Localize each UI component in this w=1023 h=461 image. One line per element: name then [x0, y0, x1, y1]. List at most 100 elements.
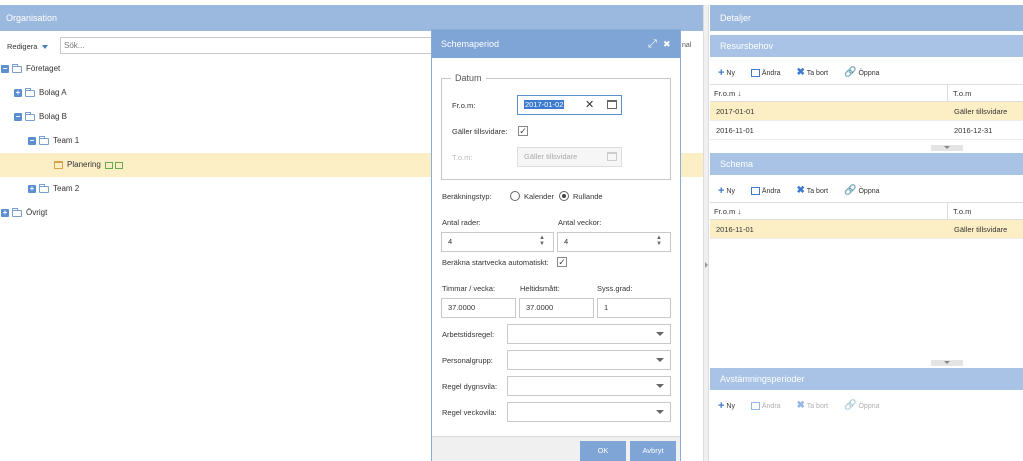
table-row[interactable]: 2016-11-01 2016-12-31 — [710, 121, 1023, 140]
collapse-icon[interactable]: − — [1, 65, 9, 73]
delete-label: Ta bort — [806, 402, 829, 410]
daily-rest-select[interactable] — [507, 376, 671, 396]
link-icon: 🔗 — [844, 185, 857, 196]
stepper-arrows-icon[interactable]: ▲ ▼ — [539, 235, 545, 247]
dialog-header: Schemaperiod ⤢ ✖ — [432, 30, 680, 58]
schema-header: Schema — [710, 153, 1023, 175]
employment-value: 1 — [604, 303, 609, 312]
scroll-more-icon[interactable] — [931, 360, 963, 366]
schema-title: Schema — [720, 159, 754, 169]
table-row[interactable]: 2016-11-01 Gäller tillsvidare — [710, 220, 1023, 239]
folder-open-icon — [12, 63, 22, 73]
delete-label: Ta bort — [806, 187, 829, 195]
col-to-label: T.o.m — [953, 89, 972, 98]
daily-rest-label: Regel dygnsvila: — [442, 382, 498, 391]
edit-label: Ändra — [761, 187, 781, 195]
collapse-icon[interactable]: − — [28, 137, 36, 145]
expand-icon[interactable]: + — [14, 89, 22, 97]
expand-icon[interactable]: + — [28, 185, 36, 193]
calendar-icon — [54, 161, 63, 169]
avstamning-title: Avstämningsperioder — [720, 374, 805, 384]
expand-icon[interactable]: + — [1, 209, 9, 217]
open-button[interactable]: 🔗 Öppna — [844, 67, 879, 78]
col-from-label: Fr.o.m — [714, 89, 736, 98]
auto-start-checkbox[interactable]: ✓ — [557, 257, 567, 267]
rows-label: Antal rader: — [442, 218, 481, 227]
calc-type-label: Beräkningstyp: — [442, 192, 492, 201]
delete-button[interactable]: ✖ Ta bort — [797, 67, 829, 78]
chart-icon[interactable] — [105, 161, 114, 169]
delete-button[interactable]: ✖ Ta bort — [796, 185, 829, 196]
clear-icon[interactable]: ✕ — [585, 98, 594, 111]
open-label: Öppna — [858, 402, 880, 410]
edit-label: Ändra — [761, 69, 781, 77]
collapse-icon[interactable]: − — [14, 113, 22, 121]
new-button[interactable]: + Ny — [718, 185, 735, 197]
close-icon: ✖ — [796, 185, 805, 196]
cell-from: 2016-11-01 — [716, 225, 754, 234]
rows-stepper[interactable]: 4 — [441, 232, 554, 252]
resursbehov-grid-header: Fr.o.m ↓ T.o.m — [710, 84, 1023, 102]
close-icon[interactable]: ✖ — [663, 30, 671, 58]
resursbehov-title: Resursbehov — [720, 41, 774, 51]
from-label: Fr.o.m: — [452, 101, 476, 110]
calc-calendar-radio[interactable] — [510, 191, 520, 201]
edit-menu-button[interactable]: Redigera — [7, 42, 49, 51]
employment-label: Syss.grad: — [597, 284, 633, 293]
chevron-down-icon[interactable] — [656, 410, 664, 414]
hours-field[interactable]: 37.0000 — [441, 298, 516, 318]
edit-button[interactable]: Ändra — [750, 69, 781, 77]
organisation-title: Organisation — [6, 13, 58, 23]
open-button[interactable]: 🔗 Öppna — [844, 185, 879, 196]
col-to-header[interactable]: T.o.m — [947, 85, 971, 102]
calendar-icon[interactable] — [607, 100, 617, 109]
chevron-down-icon[interactable] — [656, 358, 664, 362]
sort-arrow-icon: ↓ — [737, 207, 742, 216]
weekly-rest-select[interactable] — [507, 402, 671, 422]
folder-open-icon — [39, 135, 49, 145]
employment-field[interactable]: 1 — [597, 298, 671, 318]
chevron-down-icon[interactable] — [656, 332, 664, 336]
staff-group-select[interactable] — [507, 350, 671, 370]
delete-label: Ta bort — [806, 69, 829, 77]
hours-value: 37.0000 — [448, 303, 476, 312]
folder-icon — [25, 87, 35, 97]
tree-label: Team 1 — [53, 136, 80, 145]
calc-rolling-radio[interactable] — [559, 191, 569, 201]
search-input[interactable]: Sök... — [60, 37, 432, 54]
maximize-icon[interactable]: ⤢ — [648, 30, 657, 58]
fulltime-field[interactable]: 37.0000 — [519, 298, 594, 318]
chevron-down-icon[interactable] — [656, 384, 664, 388]
work-rule-select[interactable] — [507, 324, 671, 344]
edit-button[interactable]: Ändra — [750, 187, 781, 195]
col-from-header[interactable]: Fr.o.m ↓ — [714, 85, 741, 102]
table-row[interactable]: 2017-01-01 Gäller tillsvidare — [710, 102, 1023, 121]
panel-splitter[interactable] — [703, 5, 709, 461]
new-label: Ny — [726, 187, 735, 195]
tree-label: Bolag A — [39, 88, 67, 97]
edit-menu-label: Redigera — [7, 42, 38, 51]
splitter-handle-icon[interactable] — [705, 262, 708, 268]
tom-label: T.o.m: — [452, 153, 473, 162]
until-further-checkbox[interactable]: ✓ — [518, 126, 528, 136]
stepper-arrows-icon[interactable]: ▲ ▼ — [656, 235, 662, 247]
details-title: Detaljer — [720, 13, 752, 23]
calendar-add-icon[interactable] — [115, 161, 124, 169]
col-to-header[interactable]: T.o.m — [947, 203, 971, 220]
new-button[interactable]: + Ny — [718, 400, 735, 412]
edit-button[interactable]: Ändra — [750, 402, 781, 410]
truncated-label: nal — [682, 42, 692, 49]
weeks-stepper[interactable]: 4 — [557, 232, 671, 252]
cancel-button[interactable]: Avbryt — [630, 441, 676, 461]
chevron-down-icon — [42, 45, 49, 50]
rows-value: 4 — [448, 237, 453, 246]
calc-calendar-label: Kalender — [524, 192, 555, 201]
organisation-header: Organisation — [0, 5, 703, 31]
new-button[interactable]: + Ny — [718, 67, 735, 79]
delete-button[interactable]: ✖ Ta bort — [797, 400, 829, 411]
col-from-header[interactable]: Fr.o.m ↓ — [714, 203, 741, 220]
scroll-more-icon[interactable] — [931, 145, 963, 151]
ok-button[interactable]: OK — [580, 441, 626, 461]
open-button[interactable]: 🔗 Öppna — [844, 400, 880, 411]
schemaperiod-dialog: Schemaperiod ⤢ ✖ Datum Fr.o.m: 2017-01-0… — [431, 29, 681, 461]
